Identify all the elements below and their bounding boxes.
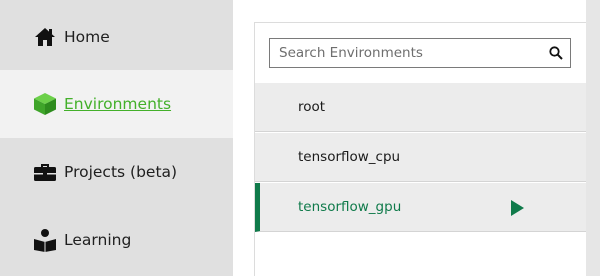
sidebar-item-environments[interactable]: Environments — [0, 70, 233, 138]
environment-name: tensorflow_cpu — [298, 149, 401, 165]
book-reader-icon — [33, 228, 57, 252]
sidebar-item-projects[interactable]: Projects (beta) — [0, 138, 233, 206]
sidebar: Home Environments Projects (beta) Learni… — [0, 0, 233, 276]
sidebar-item-label: Learning — [64, 231, 132, 249]
briefcase-icon — [33, 160, 57, 184]
sidebar-item-label: Projects (beta) — [64, 163, 178, 181]
play-icon[interactable] — [511, 200, 524, 216]
search-icon[interactable] — [542, 46, 570, 60]
sidebar-item-label: Home — [64, 28, 110, 46]
content-gap — [233, 0, 254, 276]
environment-row-root[interactable]: root — [255, 83, 586, 132]
environment-name: tensorflow_gpu — [298, 199, 402, 215]
scroll-area-edge — [586, 0, 600, 276]
home-icon — [33, 25, 57, 49]
search-box — [269, 38, 571, 68]
environment-name: root — [298, 99, 326, 115]
sidebar-item-home[interactable]: Home — [0, 3, 233, 71]
environment-row-tensorflow-cpu[interactable]: tensorflow_cpu — [255, 133, 586, 182]
environments-panel: root tensorflow_cpu tensorflow_gpu — [254, 22, 586, 276]
sidebar-item-label: Environments — [64, 95, 172, 113]
sidebar-item-learning[interactable]: Learning — [0, 206, 233, 274]
cube-icon — [33, 92, 57, 116]
search-input[interactable] — [270, 38, 542, 68]
environment-row-tensorflow-gpu[interactable]: tensorflow_gpu — [255, 183, 586, 232]
